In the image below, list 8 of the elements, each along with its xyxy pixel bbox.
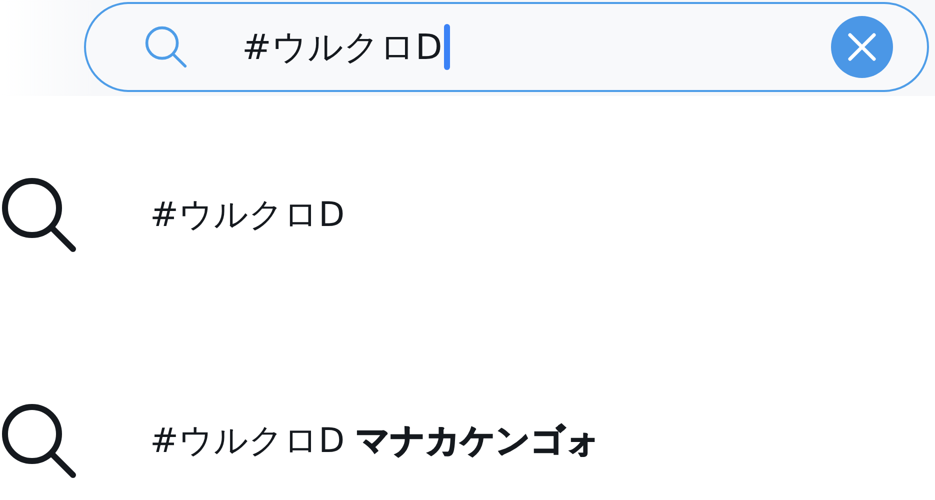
suggestion-item[interactable]: #ウルクロD マナカケンゴォ bbox=[150, 418, 600, 464]
search-field[interactable]: #ウルクロD bbox=[84, 2, 929, 92]
suggestion-item[interactable]: #ウルクロD bbox=[150, 192, 345, 238]
search-icon bbox=[144, 25, 188, 69]
search-icon bbox=[0, 402, 78, 480]
close-icon bbox=[847, 32, 877, 62]
search-icon bbox=[0, 176, 78, 254]
search-text: #ウルクロD bbox=[242, 26, 442, 70]
